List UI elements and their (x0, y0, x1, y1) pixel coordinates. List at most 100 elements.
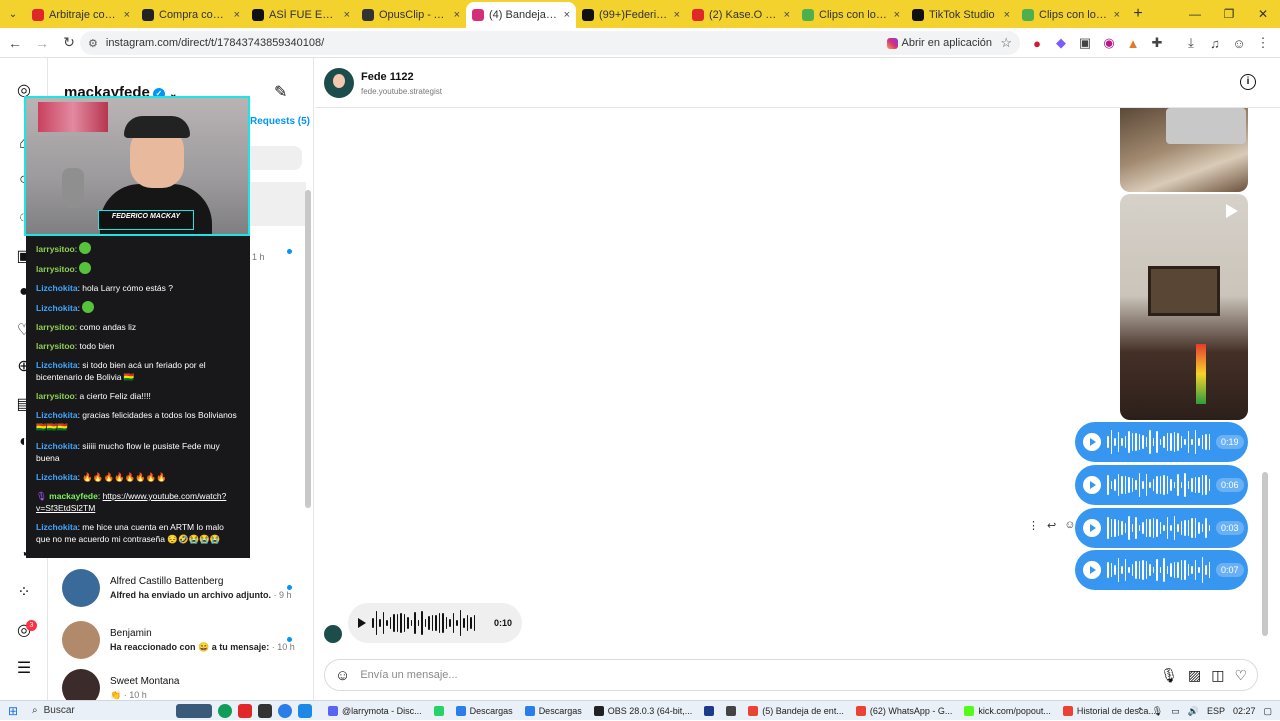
close-window-icon[interactable]: ✕ (1246, 0, 1280, 28)
list-scrollbar[interactable] (305, 190, 311, 508)
microphone-tray-icon[interactable]: 🎙 (1152, 706, 1163, 717)
emoji-icon[interactable]: ☺ (335, 667, 350, 684)
volume-icon[interactable]: 🔊 (1188, 706, 1199, 717)
tab-close-icon[interactable]: × (1114, 9, 1120, 21)
extension-icon[interactable]: ◆ (1052, 32, 1070, 54)
microphone-icon[interactable]: 🎙 (1160, 667, 1178, 684)
extension-icon[interactable]: ▲ (1124, 32, 1142, 54)
language-indicator[interactable]: ESP (1207, 706, 1225, 716)
profile-avatar-icon[interactable]: ☺ (1230, 32, 1248, 54)
tab-close-icon[interactable]: × (784, 9, 790, 21)
meta-apps-icon[interactable]: ⁘ (14, 582, 34, 602)
tab-close-icon[interactable]: × (894, 9, 900, 21)
app-icon[interactable] (278, 703, 292, 718)
clock[interactable]: 02:27 (1233, 706, 1256, 716)
extension-icon[interactable]: ◉ (1100, 32, 1118, 54)
shared-video[interactable] (1120, 194, 1248, 420)
outgoing-voice-message[interactable]: 0:07 (1075, 550, 1248, 590)
contact-name[interactable]: Fede 1122 (361, 71, 414, 83)
reply-icon[interactable]: ↩ (1047, 519, 1056, 532)
play-icon[interactable] (358, 618, 366, 628)
taskbar-app[interactable] (698, 701, 720, 721)
browser-tab[interactable]: Compra con a tra × (136, 2, 246, 28)
taskbar-app[interactable]: Descargas (519, 701, 588, 721)
taskbar-app[interactable] (720, 701, 742, 721)
taskbar-app[interactable]: @larrymota - Disc... (322, 701, 428, 721)
taskbar-search[interactable]: ⌕ Buscar (26, 705, 156, 716)
outgoing-voice-message[interactable]: 0:19 (1075, 422, 1248, 462)
app-icon[interactable] (176, 703, 212, 718)
image-icon[interactable]: ▨ (1188, 667, 1201, 684)
outgoing-voice-message[interactable]: 0:06 (1075, 465, 1248, 505)
taskbar-app[interactable]: Descargas (450, 701, 519, 721)
conversation-row[interactable]: Sweet Montana 👏 · 10 h (62, 664, 302, 700)
restore-icon[interactable]: ❐ (1212, 0, 1246, 28)
tab-close-icon[interactable]: × (344, 9, 350, 21)
reload-icon[interactable]: ↻ (57, 31, 81, 55)
contact-avatar[interactable] (324, 68, 354, 98)
app-icon[interactable] (258, 703, 272, 718)
tray-chevron-icon[interactable]: ⌃ (1136, 706, 1144, 717)
url-text[interactable]: instagram.com/direct/t/17843743859340108… (106, 37, 324, 49)
taskbar-app[interactable]: kick.com/popout... (958, 701, 1057, 721)
browser-tab[interactable]: OpusClip - AI-po × (356, 2, 466, 28)
back-arrow-icon[interactable]: ← (3, 31, 27, 55)
video-play-icon[interactable] (1226, 204, 1238, 218)
app-icon[interactable] (238, 703, 252, 718)
browser-menu-icon[interactable]: ⋮ (1254, 32, 1272, 54)
tab-close-icon[interactable]: × (564, 9, 570, 21)
incoming-voice-message[interactable]: 0:10 (348, 603, 522, 643)
waveform[interactable] (1107, 513, 1210, 543)
download-icon[interactable]: ⤓ (1182, 32, 1200, 54)
thread-scrollbar[interactable] (1262, 472, 1268, 636)
open-in-app-button[interactable]: Abrir en aplicación (886, 37, 992, 49)
taskbar-app[interactable] (428, 701, 450, 721)
waveform[interactable] (372, 608, 488, 638)
browser-tab[interactable]: Clips con logo KIC × (796, 2, 906, 28)
address-bar[interactable]: ⚙ instagram.com/direct/t/178437438593401… (80, 31, 1020, 55)
forward-arrow-icon[interactable]: → (30, 31, 54, 55)
shared-photo[interactable] (1120, 108, 1248, 192)
browser-tab[interactable]: (4) Bandeja de en × (466, 2, 576, 28)
message-input[interactable] (360, 669, 1161, 681)
react-emoji-icon[interactable]: ☺ (1064, 519, 1075, 532)
browser-tab[interactable]: Arbitraje con Mac × (26, 2, 136, 28)
taskbar-app[interactable]: (62) WhatsApp - G... (850, 701, 959, 721)
site-info-icon[interactable]: ⚙ (88, 37, 98, 50)
heart-icon[interactable]: ♡ (1234, 667, 1247, 684)
network-icon[interactable]: ▭ (1171, 706, 1180, 717)
app-icon[interactable] (298, 703, 312, 718)
play-icon[interactable] (1083, 561, 1101, 579)
new-tab-button[interactable]: + (1126, 5, 1150, 23)
tab-search-chevron-icon[interactable]: ⌄ (0, 0, 26, 28)
bookmark-star-icon[interactable]: ☆ (1000, 35, 1012, 51)
media-controls-icon[interactable]: ♫ (1206, 32, 1224, 54)
taskbar-app[interactable]: (5) Bandeja de ent... (742, 701, 850, 721)
tab-close-icon[interactable]: × (454, 9, 460, 21)
extension-icon[interactable]: ▣ (1076, 32, 1094, 54)
tab-close-icon[interactable]: × (674, 9, 680, 21)
tab-close-icon[interactable]: × (124, 9, 130, 21)
waveform[interactable] (1107, 555, 1210, 585)
conversation-row[interactable]: Benjamin Ha reaccionado con 😄 a tu mensaj… (62, 616, 302, 664)
browser-tab[interactable]: Clips con logo KIC × (1016, 2, 1126, 28)
puzzle-icon[interactable]: ✚ (1148, 32, 1166, 54)
more-menu-icon[interactable]: ☰ (14, 658, 34, 678)
play-icon[interactable] (1083, 476, 1101, 494)
new-message-icon[interactable]: ✎ (274, 82, 287, 102)
record-extension-icon[interactable]: ● (1028, 32, 1046, 54)
taskbar-app[interactable]: OBS 28.0.3 (64-bit,... (588, 701, 699, 721)
outgoing-voice-message[interactable]: 0:03 (1075, 508, 1248, 548)
requests-link[interactable]: Requests (5) (250, 116, 310, 127)
browser-tab[interactable]: (2) Kase.O - Mier × (686, 2, 796, 28)
sticker-icon[interactable]: ◫ (1211, 667, 1224, 684)
waveform[interactable] (1107, 427, 1210, 457)
play-icon[interactable] (1083, 519, 1101, 537)
tab-close-icon[interactable]: × (1004, 9, 1010, 21)
conversation-row[interactable]: Alfred Castillo Battenberg Alfred ha envi… (62, 564, 302, 612)
browser-tab[interactable]: TikTok Studio × (906, 2, 1016, 28)
selected-conversation-row[interactable] (248, 182, 306, 226)
browser-tab[interactable]: ASÍ FUE EL SHOW × (246, 2, 356, 28)
waveform[interactable] (1107, 470, 1210, 500)
more-options-icon[interactable]: ⋮ (1028, 519, 1039, 532)
